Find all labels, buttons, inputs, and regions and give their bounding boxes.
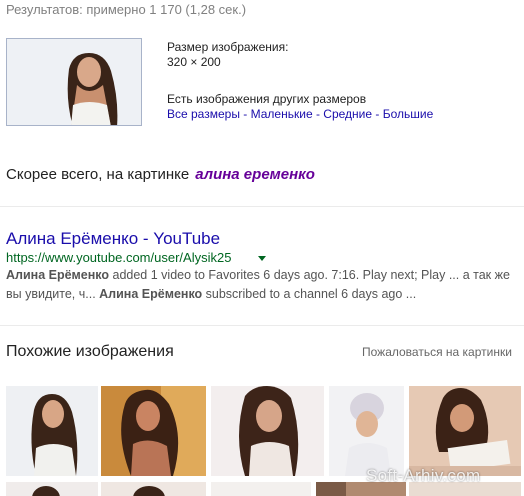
similar-image-thumbnail[interactable] bbox=[329, 386, 404, 476]
small-sizes-link[interactable]: Маленькие bbox=[251, 107, 313, 121]
similar-image-thumbnail[interactable] bbox=[6, 386, 98, 476]
url-dropdown-arrow-icon[interactable] bbox=[258, 256, 266, 261]
similar-image-thumbnail[interactable] bbox=[409, 386, 521, 476]
link-separator: - bbox=[312, 107, 324, 121]
link-separator: - bbox=[239, 107, 251, 121]
query-image-thumbnail[interactable] bbox=[6, 38, 142, 126]
photo-image bbox=[6, 482, 98, 496]
photo-image bbox=[211, 482, 311, 496]
woman-photo-image bbox=[329, 386, 404, 476]
similar-image-thumbnail[interactable] bbox=[211, 386, 324, 476]
best-guess-query-link[interactable]: алина еременко bbox=[195, 166, 315, 183]
similar-image-thumbnail[interactable] bbox=[101, 386, 206, 476]
similar-images-title: Похожие изображения bbox=[6, 343, 174, 360]
woman-photo-image bbox=[7, 39, 141, 125]
woman-photo-image bbox=[101, 386, 206, 476]
report-images-link[interactable]: Пожаловаться на картинки bbox=[362, 345, 512, 359]
similar-image-thumbnail[interactable] bbox=[211, 482, 311, 496]
watermark-text: Soft-Arhiv.com bbox=[366, 466, 481, 485]
size-filter-links: Все размеры - Маленькие - Средние - Боль… bbox=[167, 107, 433, 121]
all-sizes-link[interactable]: Все размеры bbox=[167, 107, 240, 121]
snippet-highlight: Алина Ерёменко bbox=[99, 287, 203, 301]
result-url: https://www.youtube.com/user/Alysik25 bbox=[6, 250, 232, 265]
divider bbox=[0, 206, 524, 207]
snippet-text: subscribed to a channel 6 days ago ... bbox=[202, 287, 417, 301]
other-sizes-label: Есть изображения других размеров bbox=[167, 92, 367, 106]
result-snippet: Алина Ерёменко added 1 video to Favorite… bbox=[6, 266, 522, 304]
woman-photo-image bbox=[409, 386, 521, 476]
photo-image bbox=[101, 482, 206, 496]
snippet-highlight: Алина Ерёменко bbox=[6, 268, 110, 282]
medium-sizes-link[interactable]: Средние bbox=[323, 107, 372, 121]
large-sizes-link[interactable]: Большие bbox=[383, 107, 434, 121]
similar-image-thumbnail[interactable] bbox=[101, 482, 206, 496]
woman-photo-image bbox=[6, 386, 98, 476]
image-size-label: Размер изображения: bbox=[167, 40, 289, 54]
woman-photo-image bbox=[211, 386, 324, 476]
results-stats: Результатов: примерно 1 170 (1,28 сек.) bbox=[6, 2, 247, 17]
image-size-value: 320 × 200 bbox=[167, 55, 221, 69]
result-title-link[interactable]: Алина Ерёменко - YouTube bbox=[6, 229, 220, 249]
similar-image-thumbnail[interactable] bbox=[6, 482, 98, 496]
best-guess: Скорее всего, на картинке алина еременко bbox=[6, 166, 315, 183]
best-guess-prefix: Скорее всего, на картинке bbox=[6, 166, 190, 183]
link-separator: - bbox=[372, 107, 383, 121]
divider bbox=[0, 325, 524, 326]
